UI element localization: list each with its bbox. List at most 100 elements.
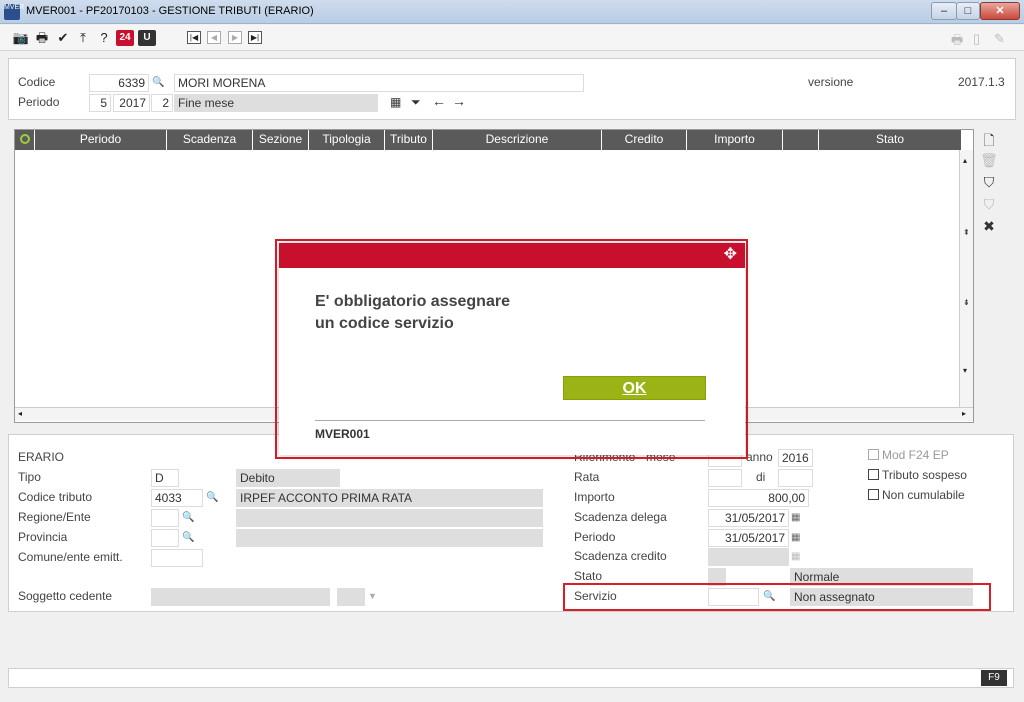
tributo-sospeso-label: Tributo sospeso — [882, 468, 967, 482]
arrow-left-icon[interactable]: ← — [432, 93, 446, 109]
col-blank[interactable] — [783, 130, 819, 150]
search-icon[interactable]: 🔍 — [182, 512, 194, 523]
provincia-label: Provincia — [18, 530, 68, 544]
scadenza-credito-label: Scadenza credito — [574, 549, 667, 563]
codice-tributo-field[interactable]: 4033 — [151, 489, 203, 507]
print-icon[interactable]: 🖶 — [33, 30, 51, 46]
last-record-icon[interactable]: ▶| — [248, 31, 262, 44]
mod-f24-label: Mod F24 EP — [882, 448, 949, 462]
previous-record-icon[interactable]: ◀ — [207, 31, 221, 44]
col-periodo[interactable]: Periodo — [35, 130, 167, 150]
periodo-desc-field: Fine mese — [174, 94, 378, 112]
servizio-highlight — [563, 583, 991, 611]
di-label: di — [756, 470, 766, 484]
scroll-left-icon[interactable]: ◂ — [18, 409, 22, 418]
periodo-num-field[interactable]: 5 — [89, 94, 111, 112]
col-stato[interactable]: Stato — [819, 130, 961, 150]
scroll-right-icon[interactable]: ▸ — [962, 409, 966, 418]
col-credito[interactable]: Credito — [602, 130, 687, 150]
search-icon[interactable]: 🔍 — [206, 492, 218, 503]
soggetto-field — [151, 588, 330, 606]
periodo-label: Periodo — [18, 95, 60, 109]
tributo-sospeso-checkbox[interactable] — [868, 469, 879, 480]
filter-icon[interactable]: ⏷ — [411, 95, 421, 110]
periodo-tipo-field[interactable]: 2 — [151, 94, 173, 112]
section-title: ERARIO — [18, 450, 65, 464]
check-icon[interactable]: ✔ — [54, 30, 72, 46]
comune-label: Comune/ente emitt. — [18, 550, 123, 564]
comune-field[interactable] — [151, 549, 203, 567]
scadenza-credito-field — [708, 548, 789, 566]
importo-field[interactable]: 800,00 — [708, 489, 809, 507]
codice-field[interactable]: 6339 — [89, 74, 149, 92]
calendar-icon: ▦ — [791, 551, 801, 562]
scroll-page-down-icon[interactable]: ⇟ — [963, 298, 970, 307]
regione-field[interactable] — [151, 509, 179, 527]
col-sezione[interactable]: Sezione — [253, 130, 309, 150]
delete-icon: 🗑 — [980, 152, 998, 168]
dialog-message: E' obbligatorio assegnare un codice serv… — [315, 291, 615, 335]
periodo-anno-field[interactable]: 2017 — [113, 94, 150, 112]
tipo-desc: Debito — [236, 469, 340, 487]
dialog-code: MVER001 — [315, 427, 370, 441]
search-icon[interactable]: 🔍 — [152, 77, 164, 88]
tools-icon[interactable]: ✖ — [980, 218, 998, 236]
regione-label: Regione/Ente — [18, 510, 91, 524]
dialog-message-line1: E' obbligatorio assegnare — [315, 293, 510, 310]
maximize-button[interactable]: □ — [956, 2, 980, 20]
edit-disabled-icon: ✎ — [994, 31, 1005, 46]
col-tipologia[interactable]: Tipologia — [309, 130, 385, 150]
grid-select-icon[interactable] — [15, 130, 35, 150]
versione-label: versione — [808, 75, 854, 89]
next-record-icon[interactable]: ▶ — [228, 31, 242, 44]
scadenza-delega-label: Scadenza delega — [574, 510, 667, 524]
status-bar — [8, 668, 1014, 688]
soggetto-label: Soggetto cedente — [18, 589, 113, 603]
minimize-button[interactable]: – — [931, 2, 957, 20]
rata-field[interactable] — [708, 469, 742, 487]
tipo-field[interactable]: D — [151, 469, 179, 487]
non-cumulabile-checkbox[interactable] — [868, 489, 879, 500]
help-icon[interactable]: ? — [95, 30, 113, 46]
window-title: MVER001 - PF20170103 - GESTIONE TRIBUTI … — [26, 5, 314, 17]
calendar-icon[interactable]: ▦ — [390, 95, 401, 109]
dialog-divider — [315, 420, 705, 421]
calendar-icon[interactable]: ▦ — [791, 512, 800, 523]
periodo-detail-field[interactable]: 31/05/2017 — [708, 529, 789, 547]
move-icon[interactable]: ✥ — [724, 247, 737, 263]
col-importo[interactable]: Importo — [687, 130, 783, 150]
filter-clear-icon: ⛉ — [983, 196, 995, 212]
close-button[interactable]: ✕ — [980, 2, 1020, 20]
provincia-field[interactable] — [151, 529, 179, 547]
dialog-title-bar[interactable]: ✥ — [279, 243, 745, 268]
first-record-icon[interactable]: |◀ — [187, 31, 201, 44]
versione-value: 2017.1.3 — [958, 75, 1005, 89]
exit-icon[interactable]: U — [138, 30, 156, 46]
new-document-icon[interactable]: 🗋 — [980, 130, 998, 148]
vertical-scrollbar[interactable]: ▴ ⇞ ⇟ ▾ — [959, 150, 973, 408]
regione-desc — [236, 509, 543, 527]
calendar-icon[interactable]: ▦ — [791, 532, 800, 543]
calendar-24-icon[interactable]: 24 — [116, 30, 134, 46]
app-icon: MVER — [4, 4, 24, 20]
scroll-down-icon[interactable]: ▾ — [963, 366, 967, 375]
col-scadenza[interactable]: Scadenza — [167, 130, 253, 150]
dialog-message-line2: un codice servizio — [315, 315, 454, 332]
filter-funnel-icon[interactable]: ⛉ — [980, 174, 998, 192]
importo-label: Importo — [574, 490, 615, 504]
search-icon[interactable]: 🔍 — [182, 532, 194, 543]
col-tributo[interactable]: Tributo — [385, 130, 433, 150]
scroll-page-up-icon[interactable]: ⇞ — [963, 228, 970, 237]
anno-field[interactable]: 2016 — [778, 449, 813, 467]
upload-icon[interactable]: ⤒ — [74, 30, 92, 46]
rata-di-field[interactable] — [778, 469, 813, 487]
mod-f24-checkbox — [868, 449, 879, 460]
col-descrizione[interactable]: Descrizione — [433, 130, 602, 150]
arrow-right-icon[interactable]: → — [452, 93, 466, 109]
f9-key-button[interactable]: F9 — [981, 670, 1007, 686]
scadenza-delega-field[interactable]: 31/05/2017 — [708, 509, 789, 527]
scroll-up-icon[interactable]: ▴ — [963, 156, 967, 165]
camera-icon[interactable]: 📷 — [12, 30, 30, 46]
rata-label: Rata — [574, 470, 600, 484]
ok-button[interactable]: OK — [563, 376, 706, 400]
